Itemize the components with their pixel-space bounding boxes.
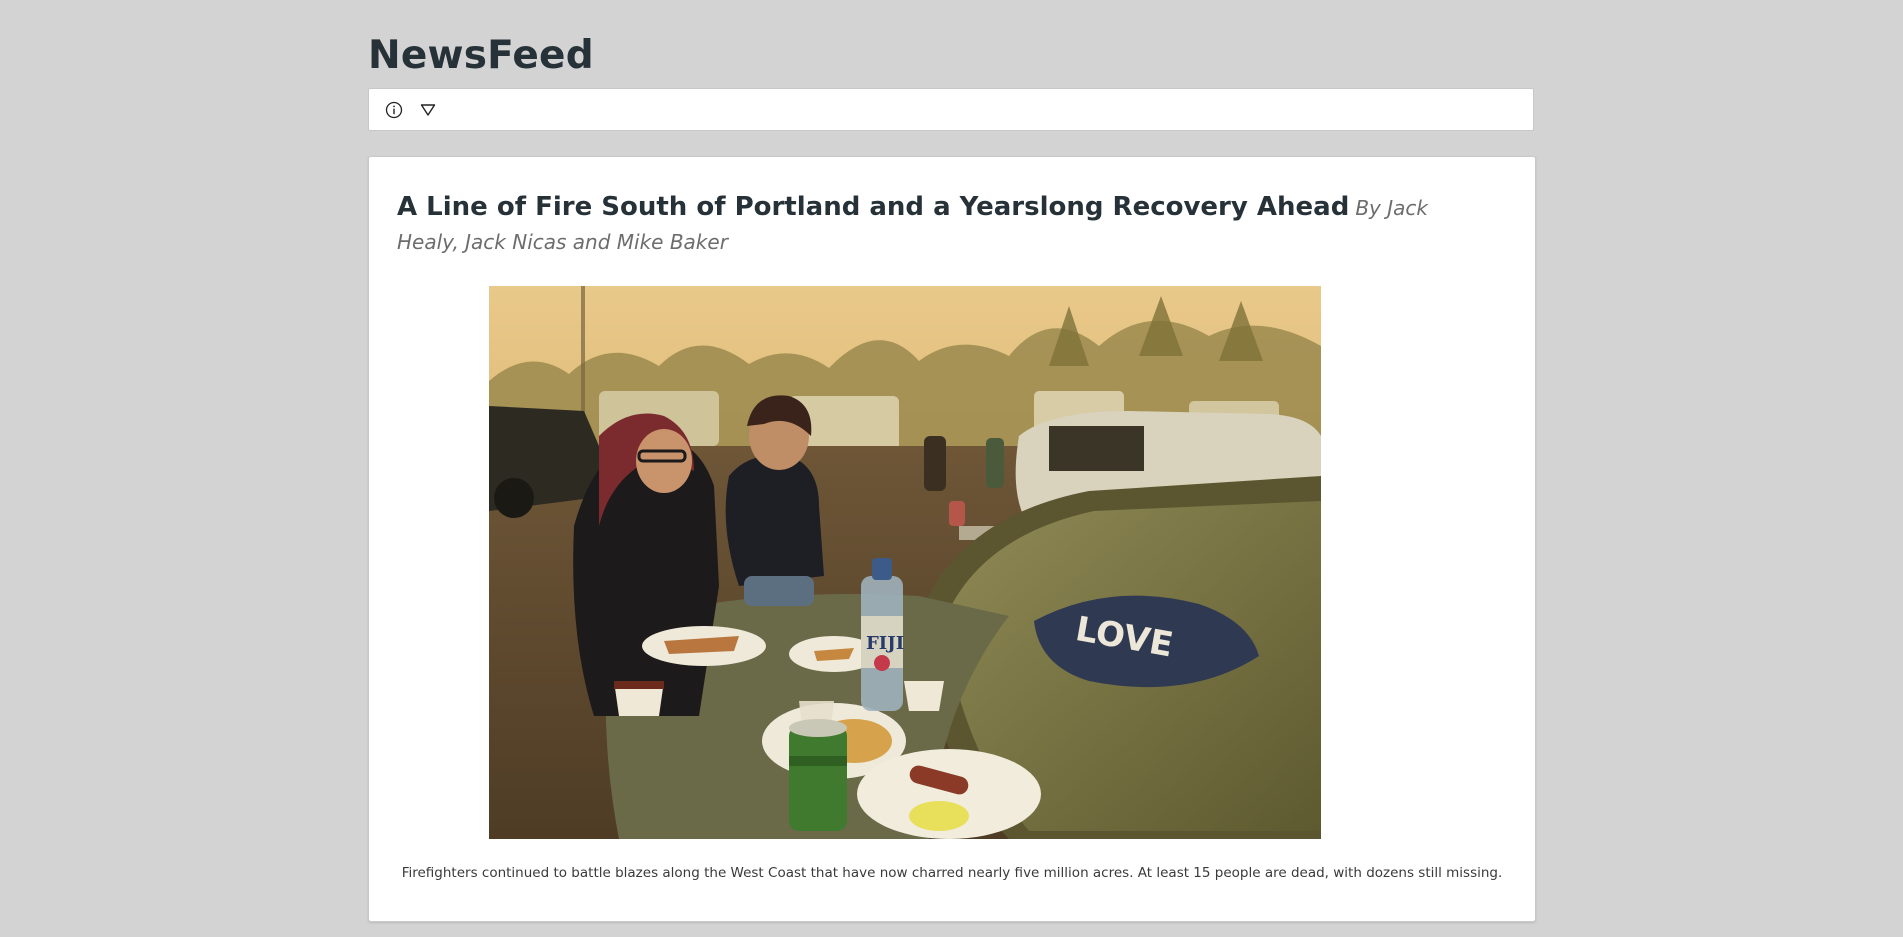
info-icon[interactable] xyxy=(383,99,405,121)
toolbar xyxy=(368,88,1534,131)
app-title: NewsFeed xyxy=(368,33,594,78)
article-headline[interactable]: A Line of Fire South of Portland and a Y… xyxy=(397,192,1349,222)
article-header: A Line of Fire South of Portland and a Y… xyxy=(397,191,1487,260)
bottle-label: FIJI xyxy=(866,633,904,654)
photo-illustration: LOVE FIJI xyxy=(489,286,1321,839)
article-caption: Firefighters continued to battle blazes … xyxy=(401,865,1503,881)
filter-dropdown-icon[interactable] xyxy=(417,99,439,121)
article-photo[interactable]: LOVE FIJI xyxy=(489,286,1321,839)
article-card: A Line of Fire South of Portland and a Y… xyxy=(368,156,1536,922)
